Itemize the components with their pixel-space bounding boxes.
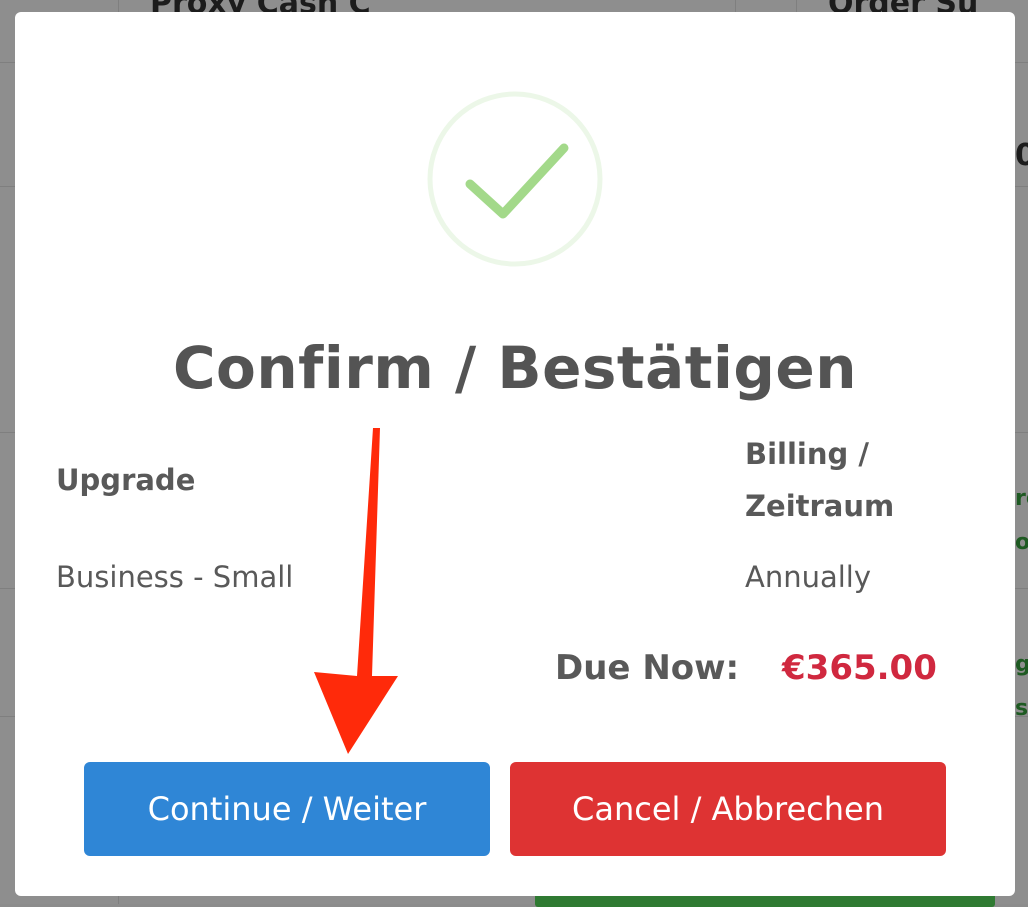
background-green-text: s [1015, 696, 1028, 721]
upgrade-label: Upgrade [56, 463, 196, 497]
background-green-text: g [1015, 652, 1028, 677]
billing-value: Annually [745, 560, 872, 594]
cancel-button[interactable]: Cancel / Abbrechen [510, 762, 946, 856]
continue-button[interactable]: Continue / Weiter [84, 762, 490, 856]
background-green-text: ro [1015, 486, 1028, 511]
due-now-amount: €365.00 [782, 648, 937, 688]
confirm-modal: Confirm / Bestätigen Upgrade Billing / Z… [15, 12, 1015, 896]
upgrade-value: Business - Small [56, 560, 294, 594]
modal-title: Confirm / Bestätigen [172, 334, 858, 402]
background-value: 0 [1015, 138, 1028, 173]
checkmark-circle-icon [427, 91, 603, 267]
billing-label-line1: Billing / [745, 437, 869, 471]
billing-label-line2: Zeitraum [745, 489, 895, 523]
due-now-label: Due Now: [555, 648, 740, 688]
background-green-text: ov [1015, 530, 1028, 555]
